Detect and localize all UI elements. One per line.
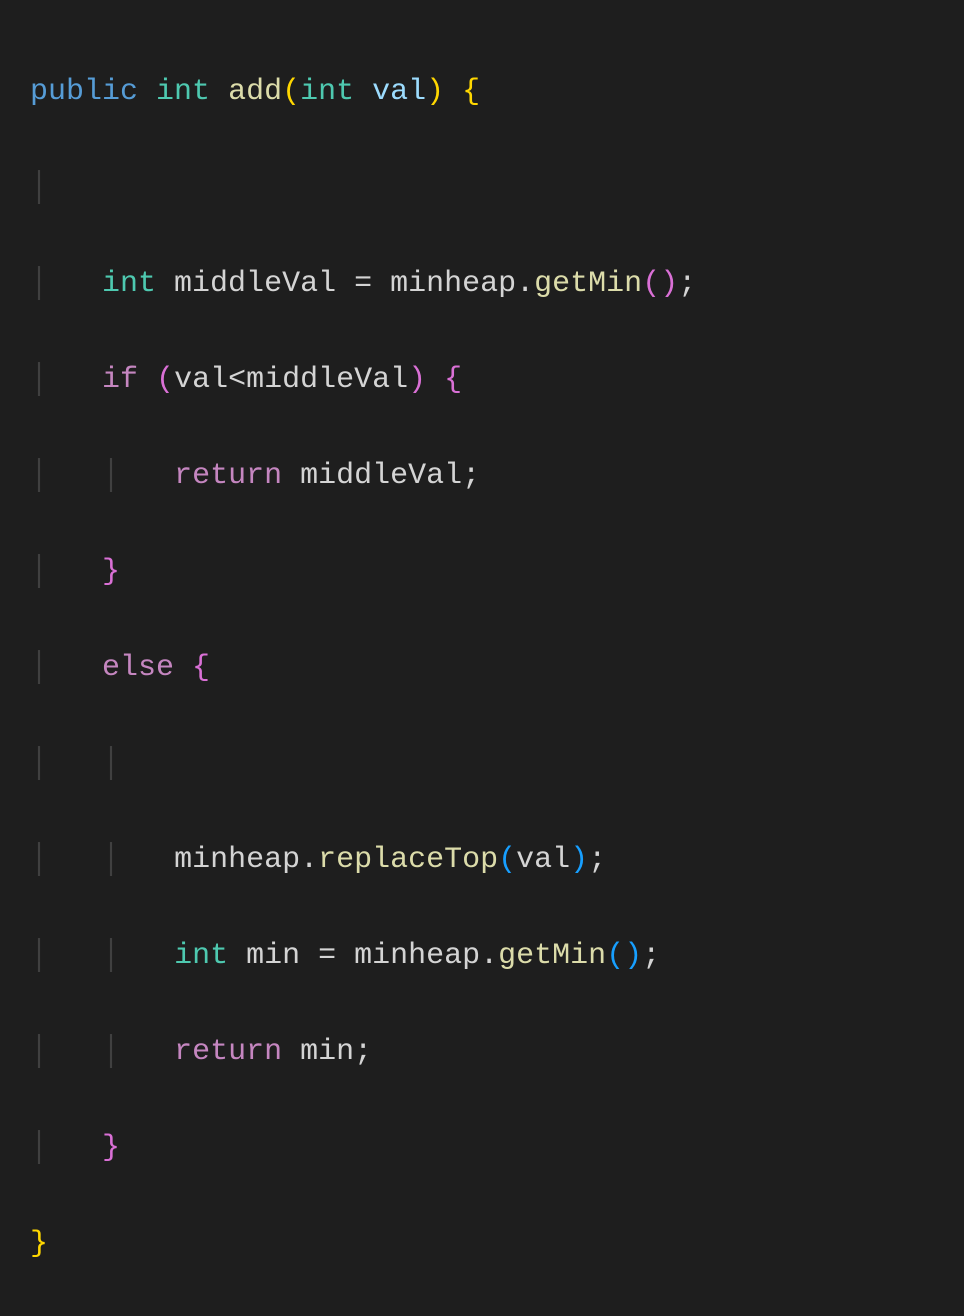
paren-close: ) <box>408 363 426 397</box>
indent <box>48 651 102 685</box>
parens: () <box>606 939 642 973</box>
argument: val <box>516 843 570 877</box>
indent-guide: │ <box>30 267 48 301</box>
keyword-if: if <box>102 363 138 397</box>
paren-open: ( <box>138 363 174 397</box>
indent-guide: │ <box>30 651 48 685</box>
function-name: add <box>228 75 282 109</box>
indent-guide: │ <box>30 363 48 397</box>
code-line: │ │ return middleVal; <box>30 452 934 500</box>
paren-open: ( <box>282 75 300 109</box>
indent <box>120 939 174 973</box>
indent-guide: │ <box>102 843 120 877</box>
object: minheap <box>372 267 516 301</box>
indent-guide: │ <box>30 171 48 205</box>
code-line: public int add(int val) { <box>30 68 934 116</box>
method-name: getMin <box>534 267 642 301</box>
indent-guide: │ <box>102 1035 120 1069</box>
dot: . <box>300 843 318 877</box>
indent <box>48 843 102 877</box>
code-line: │ │ return min; <box>30 1028 934 1076</box>
indent <box>48 1131 102 1165</box>
semicolon: ; <box>462 459 480 493</box>
object: minheap <box>174 843 300 877</box>
code-line: │ if (val<middleVal) { <box>30 356 934 404</box>
variable: middleVal <box>282 459 462 493</box>
param-name: val <box>372 75 426 109</box>
brace-open: { <box>426 363 462 397</box>
indent-guide: │ <box>102 939 120 973</box>
indent-guide: │ <box>30 843 48 877</box>
indent <box>48 1035 102 1069</box>
indent <box>48 363 102 397</box>
operator: = <box>354 267 372 301</box>
keyword-return: return <box>174 459 282 493</box>
indent-guide: │ <box>30 1035 48 1069</box>
code-line: │ <box>30 164 934 212</box>
keyword-return: return <box>174 1035 282 1069</box>
semicolon: ; <box>588 843 606 877</box>
code-line: │ │ <box>30 740 934 788</box>
keyword-int: int <box>156 75 210 109</box>
variable: min <box>228 939 318 973</box>
code-line: │ │ minheap.replaceTop(val); <box>30 836 934 884</box>
indent <box>120 459 174 493</box>
dot: . <box>480 939 498 973</box>
indent-guide: │ <box>30 747 48 781</box>
indent <box>48 555 102 589</box>
code-line: │ } <box>30 1124 934 1172</box>
method-name: getMin <box>498 939 606 973</box>
object: minheap <box>336 939 480 973</box>
indent <box>120 1035 174 1069</box>
indent <box>48 939 102 973</box>
brace-open: { <box>444 75 480 109</box>
indent-guide: │ <box>102 747 120 781</box>
indent <box>120 843 174 877</box>
indent-guide: │ <box>30 939 48 973</box>
paren-close: ) <box>570 843 588 877</box>
indent-guide: │ <box>30 1131 48 1165</box>
keyword-public: public <box>30 75 138 109</box>
variable: middleVal <box>156 267 354 301</box>
indent <box>48 459 102 493</box>
indent-guide: │ <box>102 459 120 493</box>
paren-open: ( <box>498 843 516 877</box>
semicolon: ; <box>642 939 660 973</box>
dot: . <box>516 267 534 301</box>
indent-guide: │ <box>30 555 48 589</box>
keyword-int: int <box>102 267 156 301</box>
parens: () <box>642 267 678 301</box>
code-line: │ } <box>30 548 934 596</box>
brace-open: { <box>174 651 210 685</box>
keyword-else: else <box>102 651 174 685</box>
indent <box>48 267 102 301</box>
operator: = <box>318 939 336 973</box>
code-line: │ int middleVal = minheap.getMin(); <box>30 260 934 308</box>
method-name: replaceTop <box>318 843 498 877</box>
brace-close: } <box>102 555 120 589</box>
semicolon: ; <box>678 267 696 301</box>
code-editor[interactable]: public int add(int val) { │ │ int middle… <box>30 20 934 1316</box>
variable: min <box>282 1035 354 1069</box>
param-type: int <box>300 75 354 109</box>
brace-close: } <box>30 1227 48 1261</box>
semicolon: ; <box>354 1035 372 1069</box>
code-line: │ else { <box>30 644 934 692</box>
keyword-int: int <box>174 939 228 973</box>
condition: val<middleVal <box>174 363 408 397</box>
paren-close: ) <box>426 75 444 109</box>
code-line: } <box>30 1220 934 1268</box>
code-line: │ │ int min = minheap.getMin(); <box>30 932 934 980</box>
indent <box>48 747 102 781</box>
indent-guide: │ <box>30 459 48 493</box>
brace-close: } <box>102 1131 120 1165</box>
